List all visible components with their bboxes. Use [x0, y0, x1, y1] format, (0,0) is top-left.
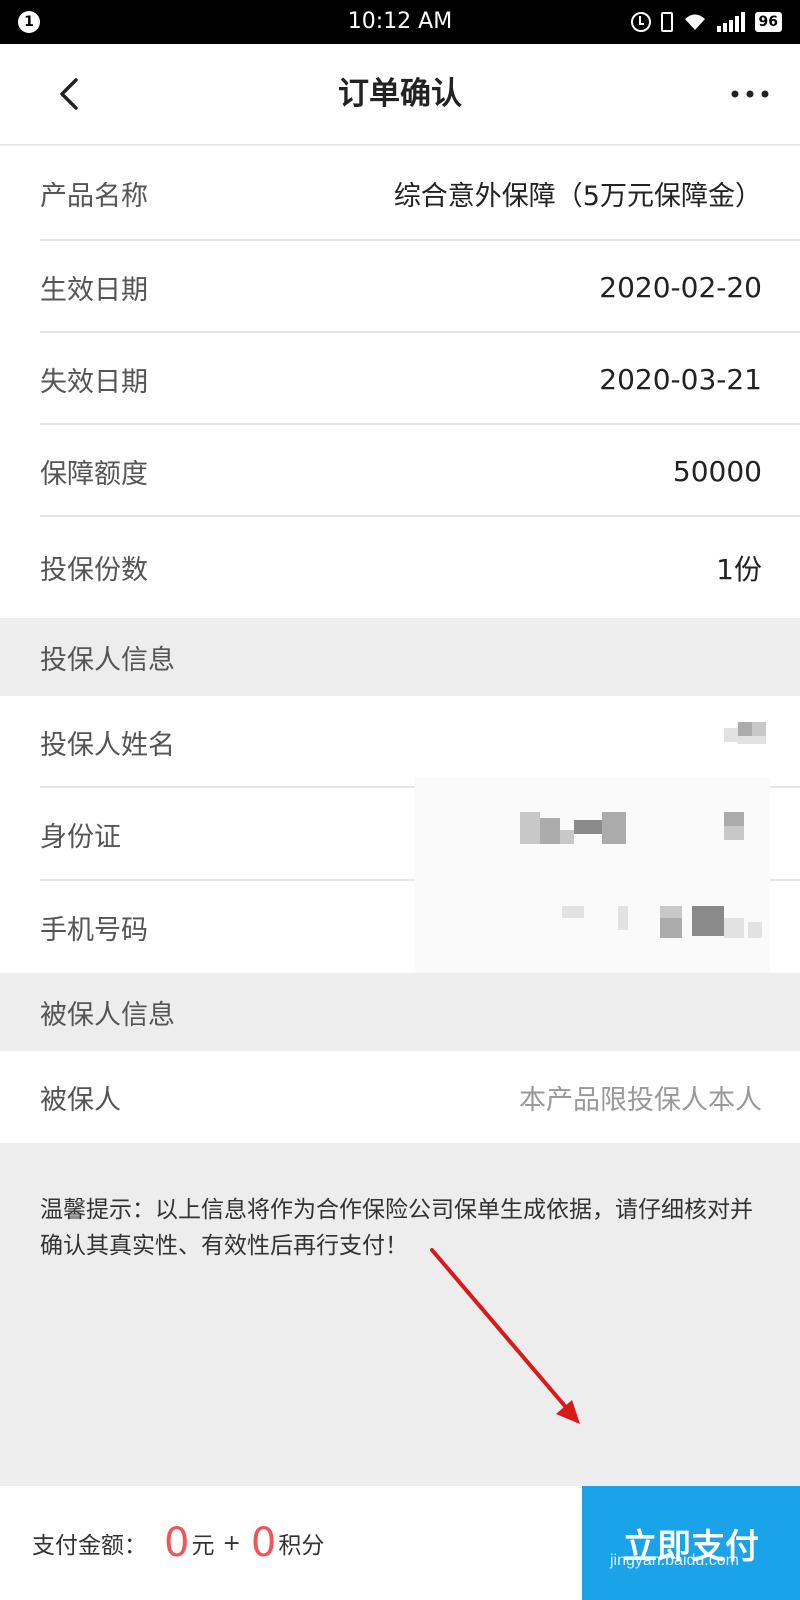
row-label: 投保人姓名 [40, 729, 175, 761]
row-label: 失效日期 [40, 366, 148, 398]
page-title: 订单确认 [338, 76, 462, 112]
insured-value: 本产品限投保人本人 [519, 1084, 762, 1116]
cash-amount: 0 [164, 1520, 190, 1566]
row-label: 投保份数 [40, 555, 148, 586]
expiry-date-value: 2020-03-21 [599, 362, 762, 396]
row-label: 被保人 [40, 1084, 121, 1116]
expiry-date-row: 失效日期 2020-03-21 [0, 333, 800, 425]
insured-row: 被保人 本产品限投保人本人 [0, 1051, 800, 1143]
alarm-icon [630, 12, 651, 32]
policyholder-section-header: 投保人信息 [0, 618, 800, 696]
watermark: jingyan.baidu.com [610, 1552, 739, 1569]
wifi-icon [684, 14, 705, 30]
product-name-row: 产品名称 综合意外保障（5万元保障金） [0, 146, 800, 241]
product-name-value: 综合意外保障（5万元保障金） [393, 181, 762, 212]
section-title: 被保人信息 [40, 999, 175, 1031]
points-unit: 积分 [278, 1533, 325, 1559]
payment-amount: 0 元 + 0 积分 [162, 1486, 324, 1600]
row-label: 保障额度 [40, 458, 148, 490]
insured-section-header: 被保人信息 [0, 973, 800, 1051]
policyholder-name-row: 投保人姓名 [0, 696, 800, 788]
quantity-row: 投保份数 1份 [0, 517, 800, 618]
signal-icon [716, 12, 745, 32]
redaction-overlay [415, 778, 770, 984]
row-label: 生效日期 [40, 274, 148, 306]
coverage-amount-value: 50000 [672, 454, 762, 488]
payment-label: 支付金额： [32, 1533, 147, 1559]
effective-date-value: 2020-02-20 [599, 270, 762, 304]
quantity-value: 1份 [716, 552, 762, 586]
battery-icon: 96 [754, 12, 782, 32]
points-amount: 0 [250, 1520, 277, 1566]
coverage-amount-row: 保障额度 50000 [0, 425, 800, 517]
cash-unit: 元 [191, 1533, 215, 1559]
row-label: 产品名称 [40, 181, 148, 212]
status-bar: 1 10:12 AM 96 [0, 0, 800, 44]
status-icons: 96 [630, 8, 782, 36]
effective-date-row: 生效日期 2020-02-20 [0, 241, 800, 333]
warm-tip-text: 温馨提示：以上信息将作为合作保险公司保单生成依据，请仔细核对并确认其真实性、有效… [40, 1197, 753, 1259]
row-label: 身份证 [40, 822, 121, 853]
plus-sign: + [222, 1530, 241, 1556]
vibrate-icon [660, 12, 673, 32]
nav-bar: 订单确认 [0, 44, 800, 145]
more-icon[interactable] [730, 84, 770, 104]
pay-now-button[interactable]: 立即支付 [582, 1486, 800, 1600]
section-title: 投保人信息 [40, 644, 175, 676]
row-label: 手机号码 [40, 914, 148, 946]
